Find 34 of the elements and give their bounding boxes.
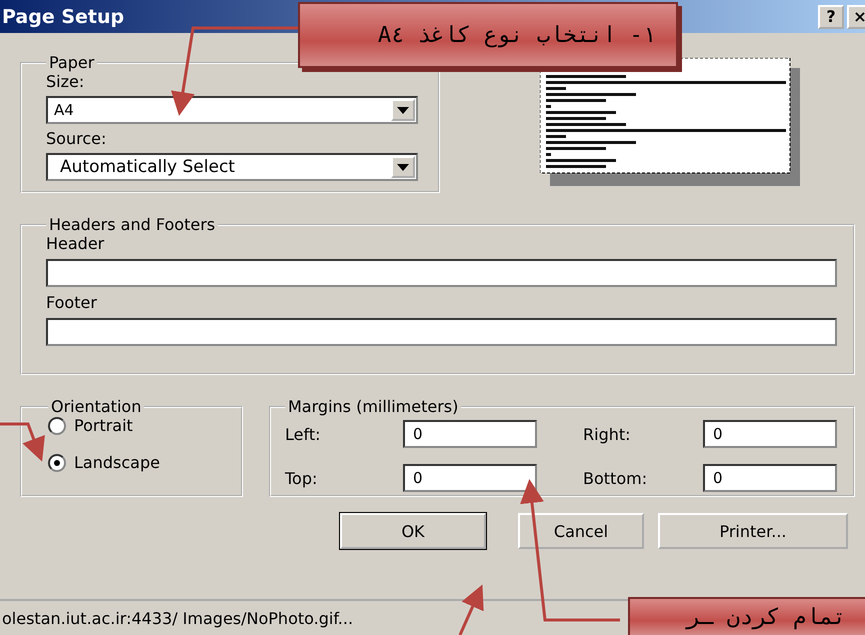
source-dropdown[interactable]: Automatically Select bbox=[46, 153, 418, 181]
dialog-button[interactable]: OK bbox=[340, 513, 486, 549]
field-label: Source: bbox=[46, 129, 108, 148]
group-title: Margins (millimeters) bbox=[287, 397, 460, 416]
status-text: olestan.iut.ac.ir:4433/ Images/NoPhoto.gif... bbox=[2, 608, 354, 628]
group-title: Headers and Footers bbox=[48, 215, 216, 234]
title-bar-button[interactable]: ? bbox=[818, 4, 844, 28]
dialog-button[interactable]: Cancel bbox=[518, 513, 644, 549]
header-field[interactable] bbox=[46, 259, 837, 287]
window-title: Page Setup bbox=[2, 6, 124, 28]
radio-label[interactable]: Portrait bbox=[74, 416, 133, 435]
radio-button[interactable] bbox=[48, 416, 66, 434]
size-dropdown[interactable]: A4 bbox=[46, 96, 418, 124]
margin-field[interactable]: 0 bbox=[703, 464, 837, 492]
margin-field[interactable]: 0 bbox=[403, 464, 537, 492]
dialog-button[interactable]: Printer... bbox=[658, 513, 848, 549]
radio-label[interactable]: Landscape bbox=[74, 453, 160, 472]
group-title: Orientation bbox=[50, 397, 142, 416]
field-label: Header bbox=[46, 234, 106, 253]
field-label: Footer bbox=[46, 293, 98, 312]
annotation-callout: تمام کردن ـر bbox=[628, 597, 865, 635]
radio-button[interactable] bbox=[48, 454, 66, 472]
group-title: Paper bbox=[48, 53, 96, 72]
margin-field[interactable]: 0 bbox=[703, 420, 837, 448]
margin-field[interactable]: 0 bbox=[403, 420, 537, 448]
footer-field[interactable] bbox=[46, 318, 837, 346]
field-label: Bottom: bbox=[583, 468, 648, 488]
title-bar-button[interactable]: × bbox=[847, 4, 865, 28]
arrow bbox=[0, 422, 45, 462]
field-label: Size: bbox=[46, 72, 86, 91]
field-label: Right: bbox=[583, 424, 632, 444]
field-label: Top: bbox=[285, 468, 318, 488]
arrow bbox=[458, 584, 484, 635]
field-label: Left: bbox=[285, 424, 322, 444]
